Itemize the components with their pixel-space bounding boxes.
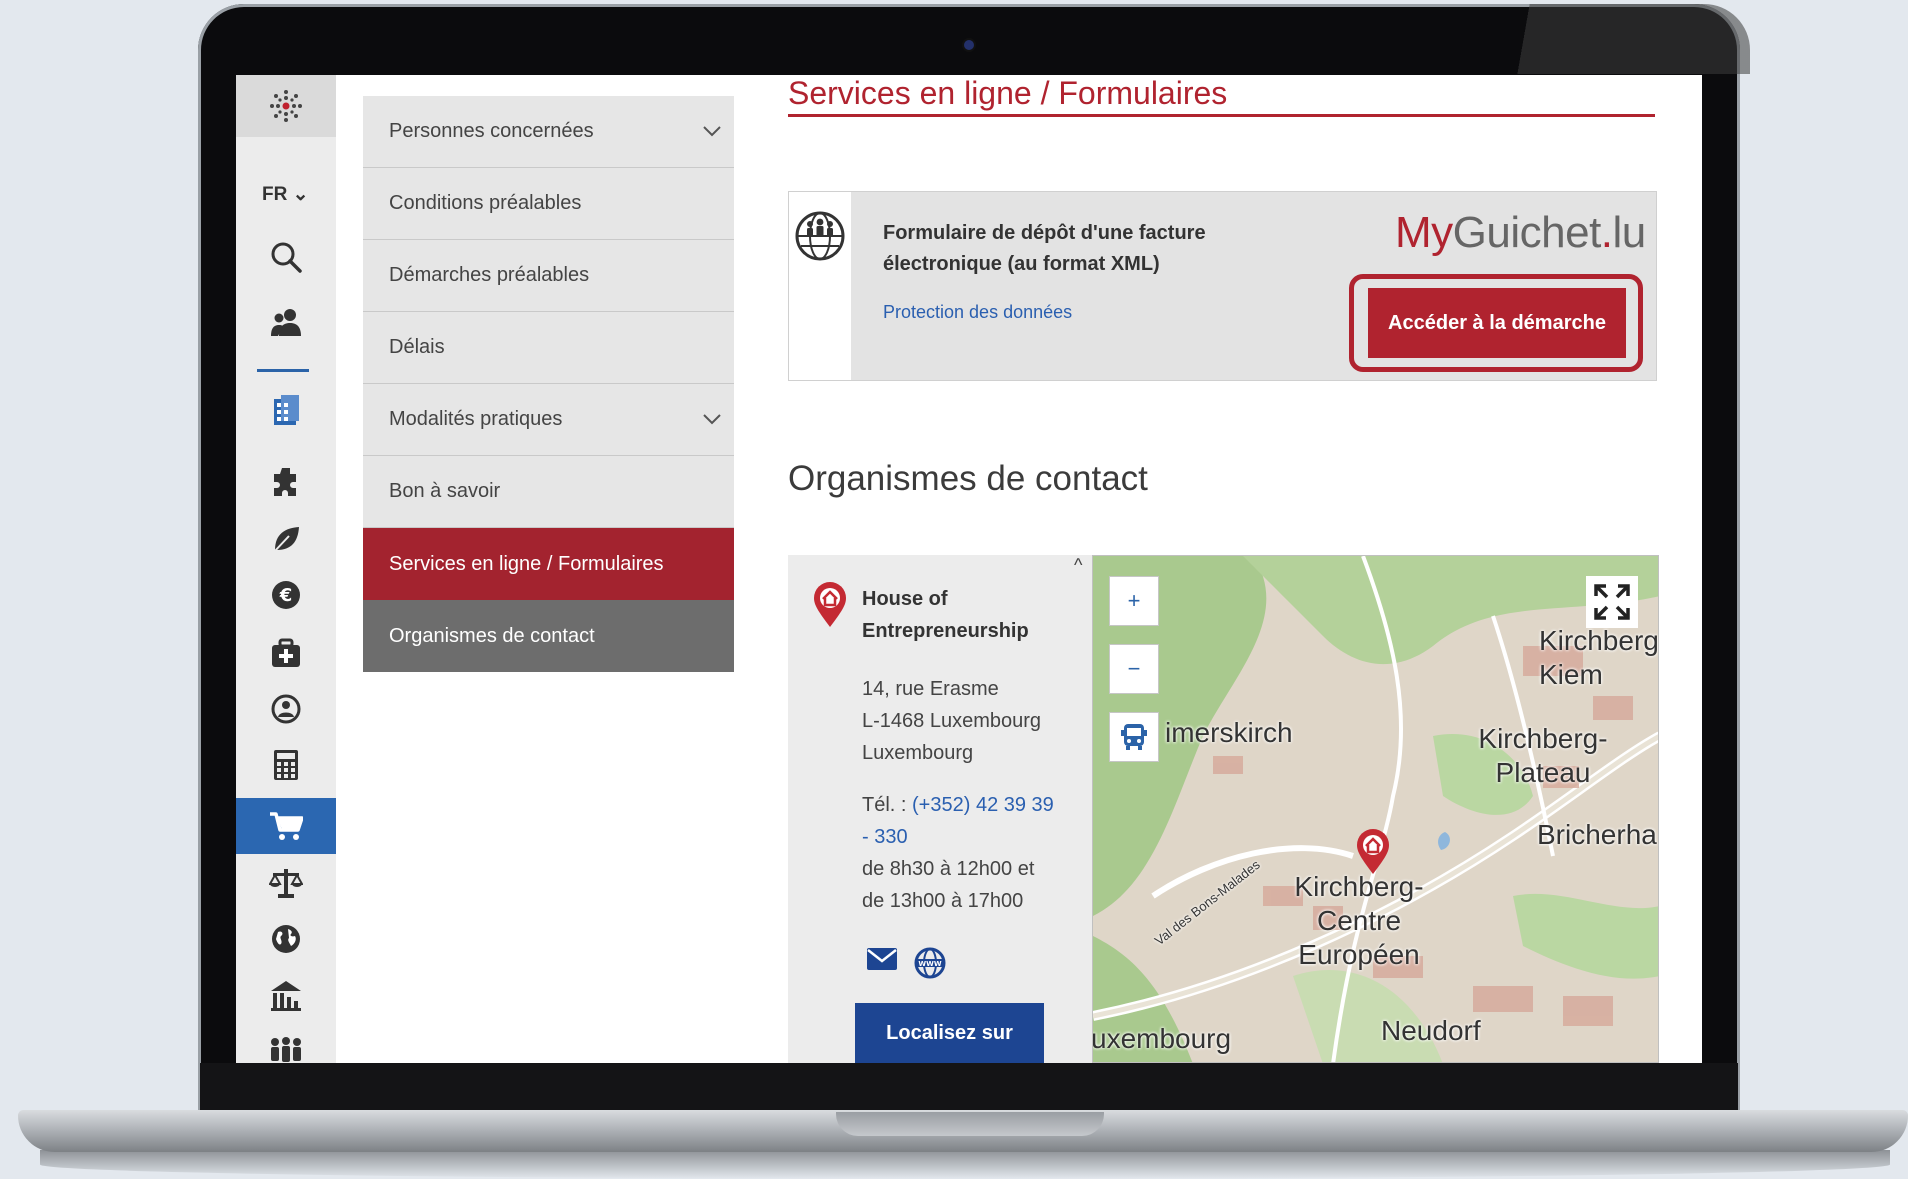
brand-tld: lu <box>1612 208 1647 257</box>
website-icon[interactable]: WWW <box>914 947 946 984</box>
laptop-notch <box>836 1112 1104 1136</box>
zoom-out-button[interactable]: − <box>1109 644 1159 694</box>
brand-my: My <box>1395 208 1453 257</box>
euro-icon[interactable]: € <box>236 569 336 621</box>
online-service-card: Formulaire de dépôt d'une facture électr… <box>788 191 1657 381</box>
group-icon[interactable] <box>236 1025 336 1063</box>
map[interactable]: + − Kirchberg Kiem imerskirch Kirchberg-… <box>1092 555 1659 1063</box>
lid-glare <box>1430 4 1750 74</box>
laptop-shadow <box>40 1150 1890 1179</box>
address-line: 14, rue Erasme <box>862 678 999 700</box>
phone: Tél. : (+352) 42 39 39 - 330 <box>862 789 1062 853</box>
chevron-down-icon <box>702 120 722 143</box>
menu-item-label: Délais <box>389 336 445 358</box>
privacy-link[interactable]: Protection des données <box>883 302 1072 323</box>
brand-mid: Guichet <box>1452 208 1602 257</box>
menu-item-conditions[interactable]: Conditions préalables <box>363 168 734 240</box>
opening-hours: de 8h30 à 12h00 et de 13h00 à 17h00 <box>862 858 1035 912</box>
calculator-icon[interactable] <box>236 739 336 791</box>
map-label: Kirchberg- Centre Européen <box>1294 871 1424 970</box>
search-icon[interactable] <box>236 231 336 283</box>
map-label: Kirchberg Kiem <box>1539 625 1659 690</box>
cart-icon[interactable] <box>236 798 336 854</box>
menu-item-services-en-ligne[interactable]: Services en ligne / Formulaires <box>363 528 734 600</box>
medical-case-icon[interactable] <box>236 627 336 679</box>
menu-item-label: Personnes concernées <box>389 120 594 142</box>
menu-item-personnes-concernees[interactable]: Personnes concernées <box>363 96 734 168</box>
chevron-down-icon: ⌄ <box>292 184 309 205</box>
menu-item-label: Services en ligne / Formulaires <box>389 552 664 575</box>
section-title: Organismes de contact <box>788 459 1148 498</box>
organism-name: House of Entrepreneurship <box>862 588 1029 642</box>
menu-item-delais[interactable]: Délais <box>363 312 734 384</box>
address: 14, rue Erasme L-1468 Luxembourg Luxembo… <box>862 673 1082 769</box>
globe-icon[interactable] <box>236 913 336 965</box>
map-label: Neudorf <box>1381 1015 1481 1046</box>
menu-item-organismes[interactable]: Organismes de contact <box>363 600 734 672</box>
rail-separator <box>257 369 309 372</box>
svg-text:WWW: WWW <box>918 960 941 968</box>
webcam <box>962 38 976 52</box>
menu-item-bon-a-savoir[interactable]: Bon à savoir <box>363 456 734 528</box>
menu-item-label: Organismes de contact <box>389 624 595 647</box>
access-procedure-button[interactable]: Accéder à la démarche <box>1368 288 1626 358</box>
chevron-down-icon <box>702 408 722 431</box>
fullscreen-icon[interactable] <box>1586 576 1638 628</box>
card-icon-column <box>789 192 851 380</box>
map-pin-icon[interactable] <box>1355 828 1391 881</box>
map-label: imerskirch <box>1165 717 1293 748</box>
section-menu: Personnes concernées Conditions préalabl… <box>363 96 734 672</box>
icon-rail: FR ⌄ € <box>236 75 336 1063</box>
guichet-logo[interactable] <box>236 75 336 137</box>
menu-item-modalites[interactable]: Modalités pratiques <box>363 384 734 456</box>
address-line: L-1468 Luxembourg <box>862 710 1042 732</box>
contact-panel: ^ House of Entrepreneurship 14, rue Eras… <box>788 555 1094 1063</box>
bus-icon[interactable] <box>1109 712 1159 762</box>
language-label: FR <box>262 184 288 205</box>
page-title: Services en ligne / Formulaires <box>788 75 1655 117</box>
myguichet-logo: MyGuichet.lu <box>1395 208 1646 258</box>
language-selector[interactable]: FR ⌄ <box>262 183 309 206</box>
menu-item-label: Modalités pratiques <box>389 408 563 430</box>
svg-text:€: € <box>279 585 293 606</box>
map-pin-icon <box>812 581 848 634</box>
brand-dot: . <box>1600 208 1613 257</box>
contact-actions: WWW <box>866 947 946 984</box>
map-label: Kirchberg- Plateau <box>1478 723 1608 788</box>
building-icon[interactable] <box>236 383 336 435</box>
ruins-icon[interactable] <box>236 969 336 1021</box>
map-label: Bricherha <box>1537 819 1657 850</box>
email-icon[interactable] <box>866 947 898 984</box>
exchange-person-icon[interactable] <box>236 683 336 735</box>
address-line: Luxembourg <box>862 742 974 764</box>
caret-up-icon[interactable]: ^ <box>1074 555 1082 576</box>
globe-people-icon <box>795 211 845 261</box>
zoom-in-button[interactable]: + <box>1109 576 1159 626</box>
menu-item-label: Conditions préalables <box>389 192 582 214</box>
leaf-icon[interactable] <box>236 513 336 565</box>
menu-item-label: Démarches préalables <box>389 264 590 286</box>
screen-bezel <box>200 1063 1738 1115</box>
balance-scale-icon[interactable] <box>236 857 336 909</box>
people-icon[interactable] <box>236 296 336 348</box>
puzzle-icon[interactable] <box>236 456 336 508</box>
menu-item-demarches[interactable]: Démarches préalables <box>363 240 734 312</box>
phone-label: Tél. : <box>862 794 907 816</box>
menu-item-label: Bon à savoir <box>389 480 501 502</box>
map-label: uxembourg <box>1092 1023 1232 1054</box>
screen: FR ⌄ € Personnes concernées Conditions p… <box>236 75 1702 1063</box>
locate-button[interactable]: Localisez sur <box>855 1003 1044 1063</box>
form-title: Formulaire de dépôt d'une facture électr… <box>883 222 1206 275</box>
